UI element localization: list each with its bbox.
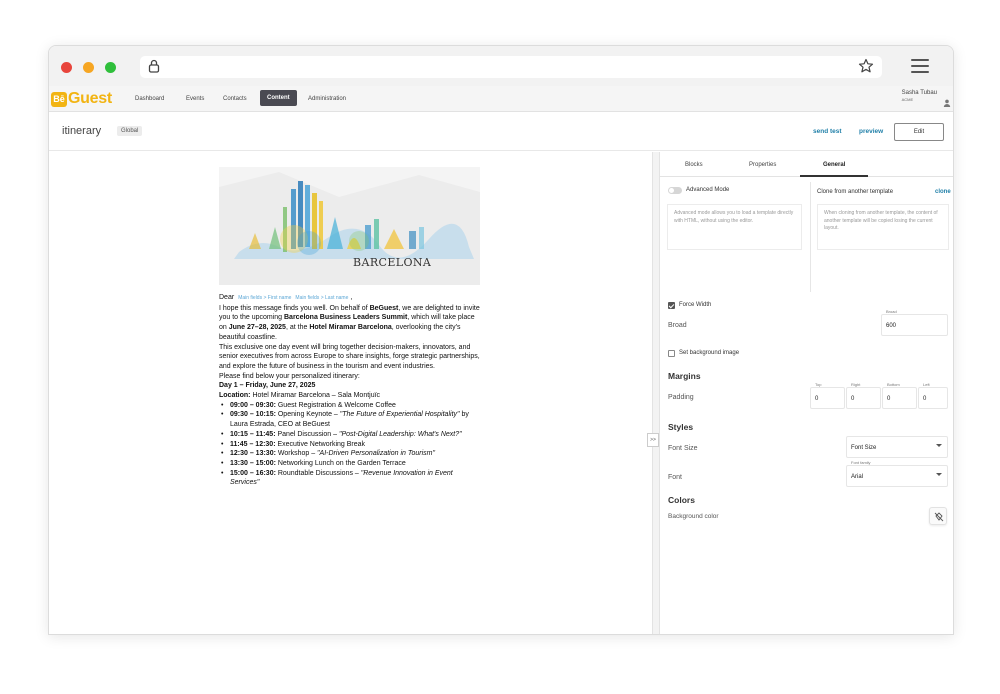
settings-panel: Blocks Properties General Advanced Mode … (660, 152, 953, 634)
event-description: This exclusive one day event will bring … (219, 343, 480, 370)
padding-top-input[interactable]: Top 0 (810, 382, 845, 409)
user-org: ACME (901, 97, 914, 102)
background-color-picker[interactable] (929, 507, 947, 525)
section-divider (810, 182, 811, 292)
broad-input[interactable]: Broad 600 (881, 309, 948, 336)
background-color-label: Background color (668, 513, 719, 520)
edit-button[interactable]: Edit (894, 123, 944, 141)
collapse-panel-button[interactable]: >> (647, 433, 659, 447)
padding-left-input[interactable]: Left 0 (918, 382, 948, 409)
email-body[interactable]: Dear Main fields > First name Main fields … (219, 293, 480, 488)
broad-label: Broad (668, 322, 687, 329)
barcelona-skyline-illustration (219, 167, 480, 285)
list-item: 09:00 – 09:30: Guest Registration & Welc… (221, 401, 480, 411)
chevron-down-icon (936, 444, 942, 447)
advanced-mode-label: Advanced Mode (686, 187, 730, 193)
nav-administration[interactable]: Administration (304, 92, 350, 106)
location-line: Location: Hotel Miramar Barcelona – Sala… (219, 392, 381, 400)
font-size-select[interactable]: Font Size (846, 436, 948, 458)
app-navbar: Bē Guest Dashboard Events Contacts Conte… (49, 86, 953, 112)
list-item: 10:15 – 11:45: Panel Discussion – "Post-… (221, 430, 480, 440)
font-family-select[interactable]: Font family Arial (846, 460, 948, 487)
beguest-logo[interactable]: Bē Guest (51, 90, 112, 108)
itinerary-list: 09:00 – 09:30: Guest Registration & Welc… (219, 401, 480, 488)
background-image-checkbox[interactable] (668, 350, 675, 357)
tab-properties[interactable]: Properties (749, 162, 776, 168)
advanced-mode-help: Advanced mode allows you to load a templ… (667, 204, 802, 250)
padding-label: Padding (668, 394, 694, 401)
force-width-checkbox[interactable] (668, 302, 675, 309)
tab-blocks[interactable]: Blocks (685, 162, 703, 168)
hero-image[interactable]: BARCELONA (219, 167, 480, 285)
panel-tabs: Blocks Properties General (660, 155, 953, 177)
minimize-window-button[interactable] (83, 62, 94, 73)
list-item: 15:00 – 16:30: Roundtable Discussions – … (221, 469, 480, 488)
nav-content[interactable]: Content (260, 90, 297, 106)
chevron-down-icon (936, 473, 942, 476)
user-menu[interactable]: Sasha Tubau ACME (902, 90, 937, 102)
list-item: 13:30 – 15:00: Networking Lunch on the G… (221, 459, 480, 469)
panel-splitter[interactable] (652, 152, 660, 634)
padding-bottom-input[interactable]: Bottom 0 (882, 382, 917, 409)
preview-link[interactable]: preview (859, 128, 883, 135)
page-title: itinerary (62, 125, 102, 137)
clone-template-label: Clone from another template (817, 189, 894, 195)
nav-events[interactable]: Events (182, 92, 208, 106)
page-header: itinerary Global send test preview Edit (49, 113, 953, 151)
itinerary-intro: Please find below your personalized itin… (219, 372, 360, 380)
browser-chrome (49, 46, 953, 86)
padding-right-input[interactable]: Right 0 (846, 382, 881, 409)
clone-help: When cloning from another template, the … (817, 204, 949, 250)
email-preview: BARCELONA Dear Main fields > First name Ma… (219, 167, 480, 488)
first-name-field-chip[interactable]: Main fields > First name (238, 295, 291, 301)
list-item: 11:45 – 12:30: Executive Networking Brea… (221, 440, 480, 450)
browser-menu-icon[interactable] (911, 59, 929, 73)
list-item: 09:30 – 10:15: Opening Keynote – "The Fu… (221, 410, 480, 429)
background-image-label: Set background image (679, 350, 740, 356)
tab-general[interactable]: General (823, 162, 845, 168)
user-icon[interactable] (943, 94, 951, 112)
nav-dashboard[interactable]: Dashboard (131, 92, 168, 106)
address-bar[interactable] (140, 56, 882, 78)
force-width-label: Force Width (679, 302, 712, 308)
styles-heading: Styles (668, 422, 694, 432)
list-item: 12:30 – 13:30: Workshop – "AI-Driven Per… (221, 449, 480, 459)
scope-badge: Global (117, 126, 143, 136)
nav-contacts[interactable]: Contacts (219, 92, 251, 106)
font-label: Font (668, 474, 683, 481)
send-test-link[interactable]: send test (813, 128, 842, 135)
active-tab-indicator (800, 175, 868, 177)
maximize-window-button[interactable] (105, 62, 116, 73)
clone-link[interactable]: clone (935, 189, 951, 195)
last-name-field-chip[interactable]: Main fields > Last name (295, 295, 348, 301)
hero-city-name: BARCELONA (353, 256, 432, 269)
browser-window: Bē Guest Dashboard Events Contacts Conte… (48, 45, 954, 635)
intro-paragraph: I hope this message finds you well. On b… (219, 304, 480, 341)
font-size-label: Font Size (668, 445, 698, 452)
close-window-button[interactable] (61, 62, 72, 73)
advanced-mode-toggle[interactable] (668, 187, 682, 194)
day-heading: Day 1 – Friday, June 27, 2025 (219, 382, 316, 390)
lock-icon (148, 59, 160, 78)
margins-heading: Margins (668, 371, 701, 381)
colors-heading: Colors (668, 495, 695, 505)
user-name: Sasha Tubau (901, 90, 937, 96)
no-color-icon (934, 512, 944, 522)
bookmark-star-icon[interactable] (858, 58, 874, 79)
